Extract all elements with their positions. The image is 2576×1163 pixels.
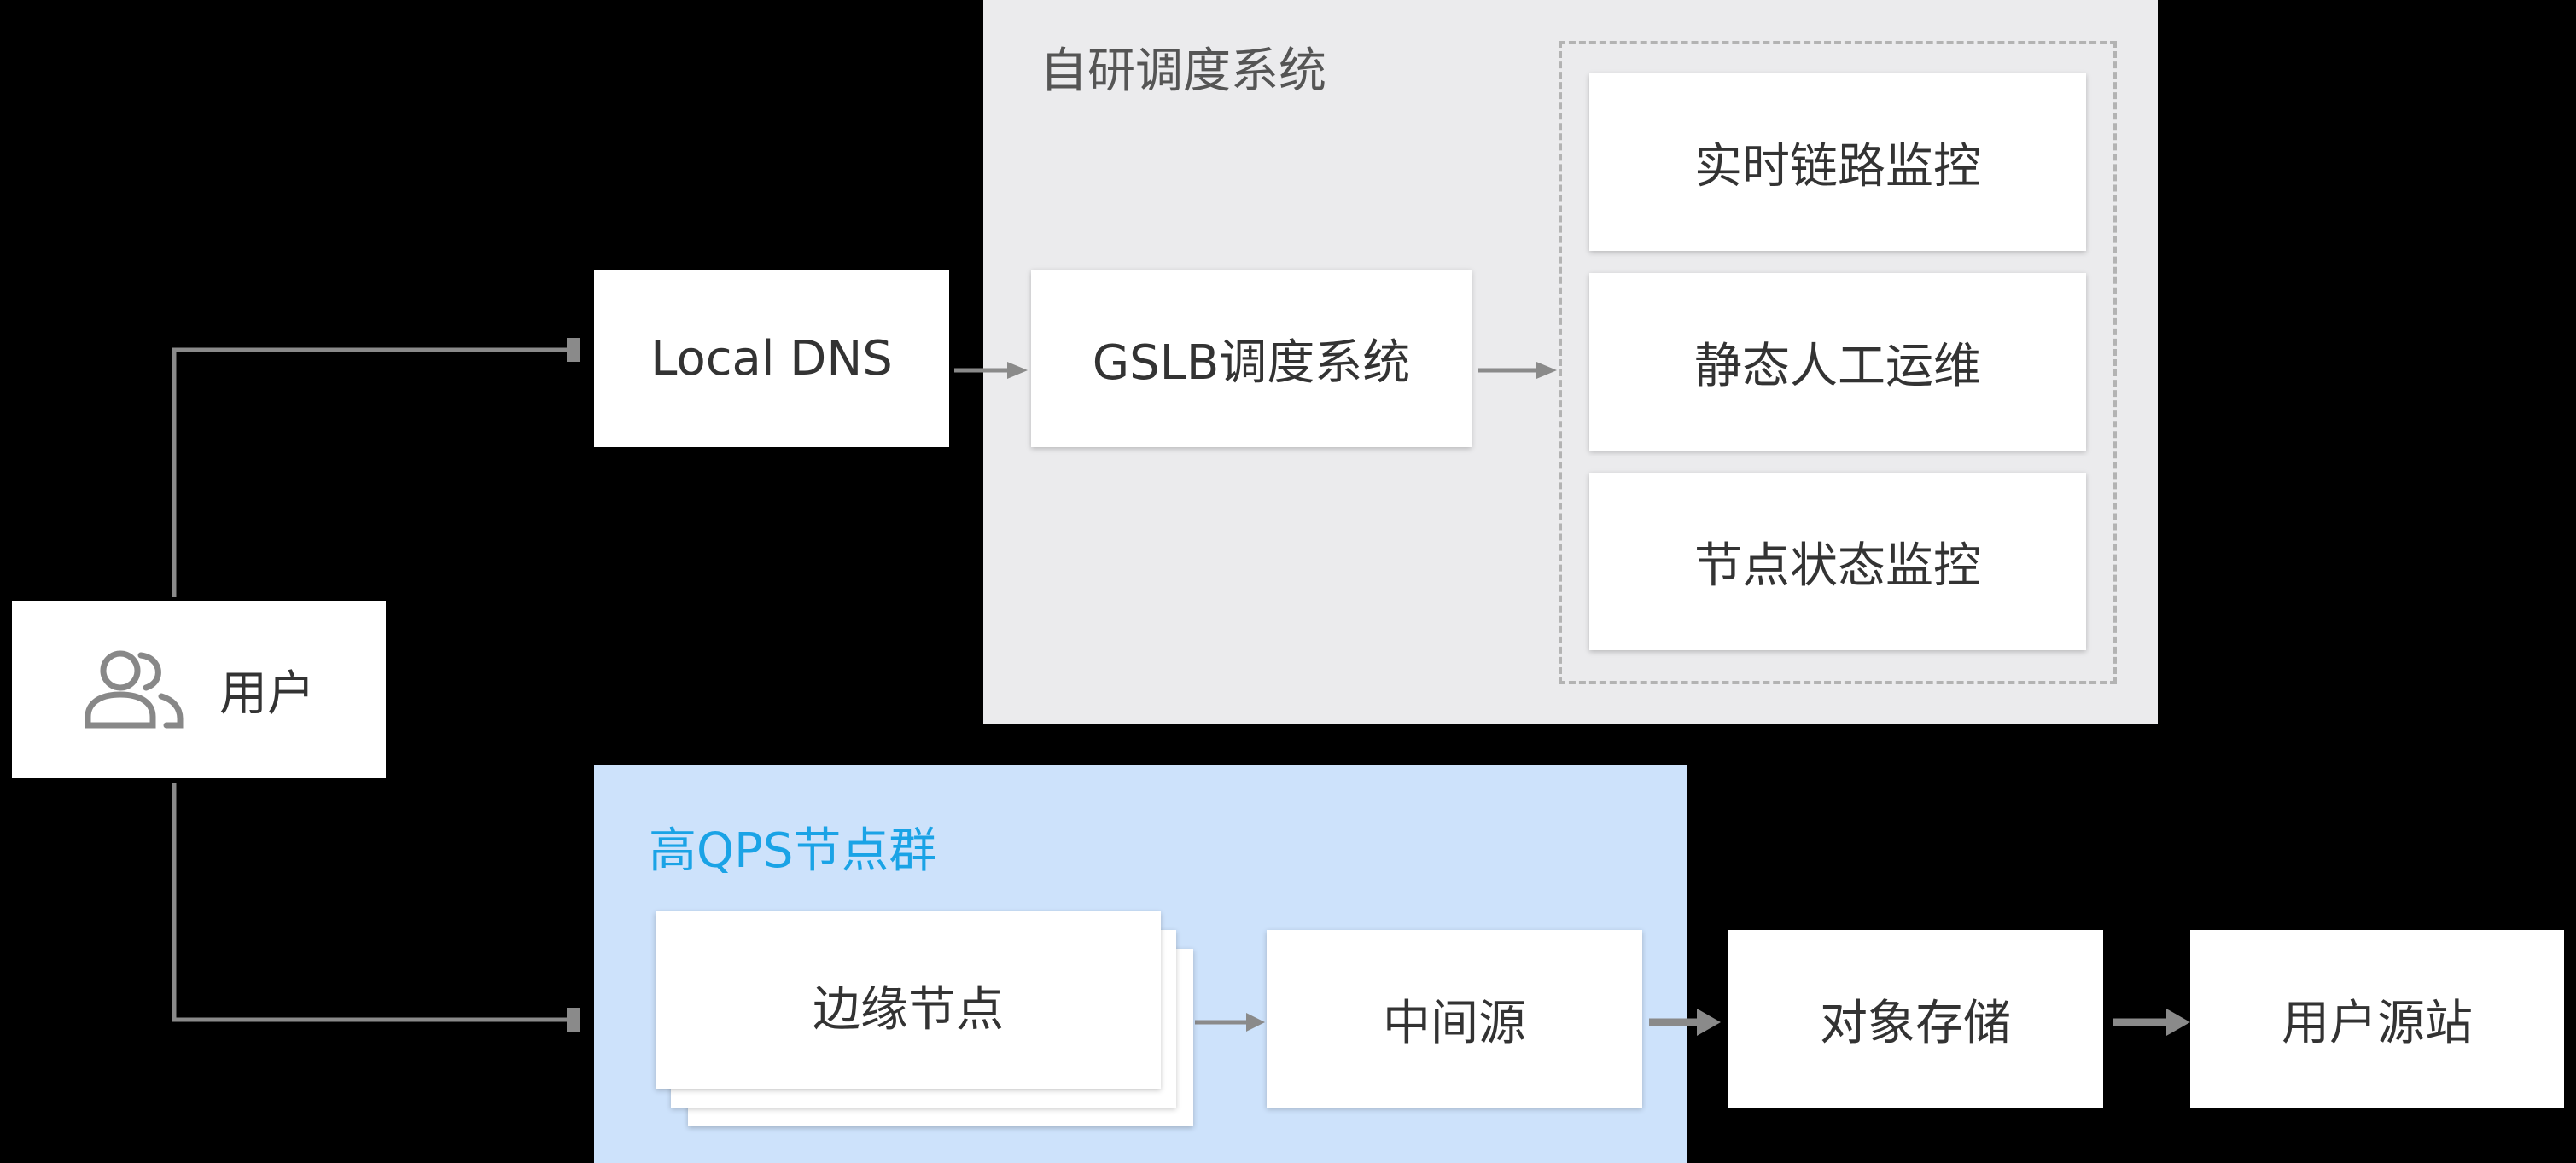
- user-box: 用户: [12, 601, 386, 778]
- edge-nodes-box: 边缘节点: [656, 911, 1161, 1089]
- object-storage-box: 对象存储: [1728, 930, 2103, 1108]
- arrow-storage-origin: [2166, 1009, 2190, 1036]
- realtime-monitor-box: 实时链路监控: [1589, 73, 2086, 251]
- user-label: 用户: [219, 666, 315, 722]
- line-end-dns: [567, 338, 580, 362]
- edge-nodes-label: 边缘节点: [813, 982, 1004, 1038]
- local-dns-box: Local DNS: [594, 270, 949, 447]
- gslb-box: GSLB调度系统: [1031, 270, 1472, 447]
- line-user-to-edge: [172, 783, 570, 1022]
- middle-origin-box: 中间源: [1267, 930, 1642, 1108]
- arrow-edge-middle: [1246, 1013, 1265, 1032]
- arrow-dns-gslb: [1007, 362, 1028, 379]
- node-monitor-box: 节点状态监控: [1589, 473, 2086, 650]
- line-end-edge: [567, 1008, 580, 1032]
- arrow-middle-storage: [1697, 1009, 1721, 1036]
- static-ops-box: 静态人工运维: [1589, 273, 2086, 451]
- user-origin-box: 用户源站: [2190, 930, 2564, 1108]
- line-user-to-dns: [172, 347, 570, 597]
- users-icon: [83, 647, 185, 732]
- arrow-gslb-monitors: [1536, 362, 1557, 379]
